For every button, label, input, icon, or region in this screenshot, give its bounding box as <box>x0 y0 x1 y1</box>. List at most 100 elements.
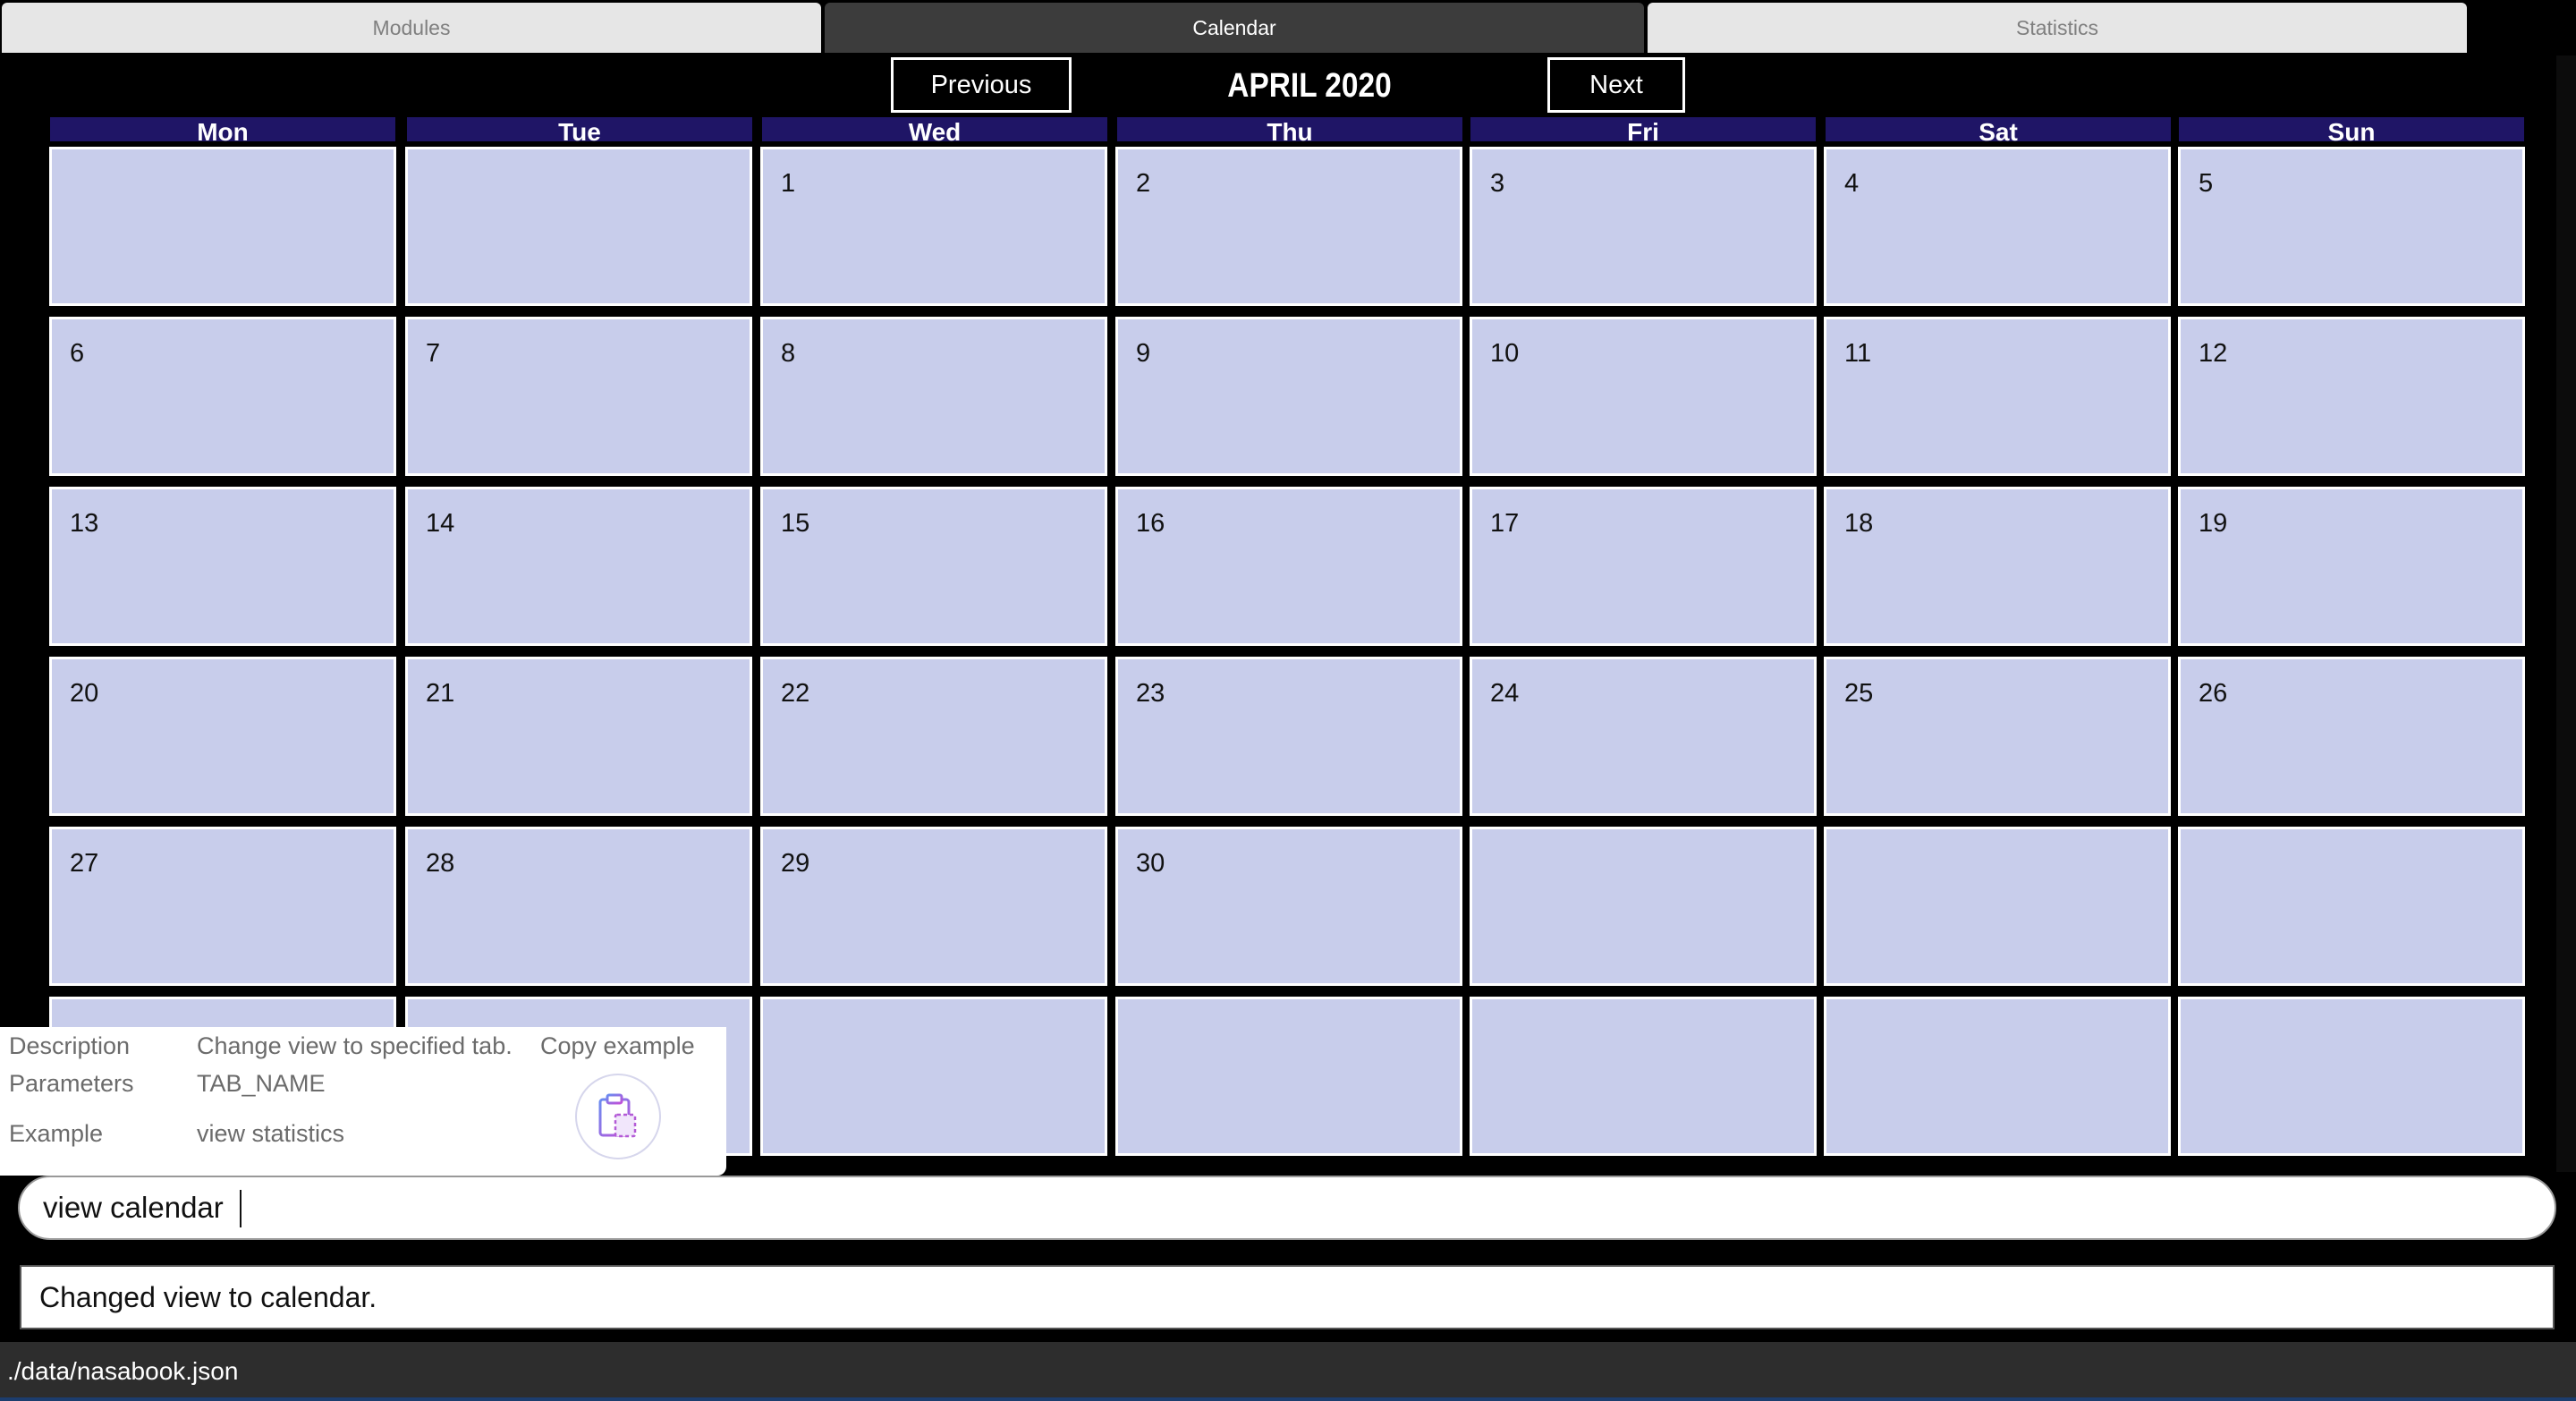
day-cell[interactable]: 10 <box>1467 314 1819 479</box>
day-cell[interactable]: 15 <box>758 484 1110 649</box>
day-cell[interactable]: 20 <box>47 654 399 819</box>
month-title: APRIL 2020 <box>1227 66 1392 105</box>
day-cell[interactable] <box>1821 994 2174 1159</box>
day-cell[interactable]: 8 <box>758 314 1110 479</box>
day-number: 3 <box>1490 169 1505 198</box>
command-box <box>18 1176 2556 1240</box>
tab-calendar[interactable]: Calendar <box>825 3 1644 53</box>
day-cell[interactable]: 24 <box>1467 654 1819 819</box>
status-bar: ./data/nasabook.json <box>0 1342 2576 1401</box>
day-cell[interactable]: 25 <box>1821 654 2174 819</box>
status-bar-accent <box>0 1397 2576 1401</box>
day-cell[interactable]: 12 <box>2175 314 2528 479</box>
day-number: 1 <box>781 169 796 198</box>
day-number: 15 <box>781 509 810 538</box>
day-cell[interactable]: 6 <box>47 314 399 479</box>
day-cell[interactable]: 21 <box>402 654 755 819</box>
example-label: Example <box>9 1120 104 1147</box>
command-help-popup: Description Change view to specified tab… <box>0 1027 726 1176</box>
day-cell[interactable]: 2 <box>1113 144 1465 309</box>
day-number: 17 <box>1490 509 1520 538</box>
day-number: 18 <box>1844 509 1874 538</box>
weekday-wed: Wed <box>762 117 1107 141</box>
parameters-label: Parameters <box>9 1070 134 1097</box>
save-file-path: ./data/nasabook.json <box>7 1357 239 1385</box>
day-number: 8 <box>781 339 796 368</box>
day-cell[interactable]: 5 <box>2175 144 2528 309</box>
clipboard-copy-icon <box>598 1093 637 1138</box>
tab-modules[interactable]: Modules <box>2 3 821 53</box>
day-cell[interactable] <box>1467 824 1819 989</box>
day-number: 10 <box>1490 339 1520 368</box>
day-number: 12 <box>2199 339 2228 368</box>
day-number: 7 <box>426 339 441 368</box>
day-cell[interactable] <box>47 144 399 309</box>
day-cell[interactable]: 27 <box>47 824 399 989</box>
next-month-button[interactable]: Next <box>1547 57 1685 113</box>
day-cell[interactable]: 30 <box>1113 824 1465 989</box>
copy-example-button[interactable] <box>575 1074 661 1159</box>
day-number: 6 <box>70 339 85 368</box>
day-cell[interactable] <box>2175 824 2528 989</box>
day-number: 2 <box>1136 169 1151 198</box>
day-number: 27 <box>70 849 99 878</box>
result-display: Changed view to calendar. <box>20 1265 2555 1329</box>
day-number: 13 <box>70 509 99 538</box>
day-number: 19 <box>2199 509 2228 538</box>
day-number: 25 <box>1844 679 1874 708</box>
day-number: 5 <box>2199 169 2214 198</box>
day-cell[interactable]: 23 <box>1113 654 1465 819</box>
weekday-sun: Sun <box>2179 117 2524 141</box>
day-cell[interactable]: 11 <box>1821 314 2174 479</box>
day-number: 29 <box>781 849 810 878</box>
weekday-fri: Fri <box>1470 117 1816 141</box>
day-cell[interactable]: 26 <box>2175 654 2528 819</box>
day-cell[interactable]: 14 <box>402 484 755 649</box>
day-number: 22 <box>781 679 810 708</box>
day-number: 28 <box>426 849 455 878</box>
day-cell[interactable]: 28 <box>402 824 755 989</box>
day-cell[interactable]: 13 <box>47 484 399 649</box>
weekday-thu: Thu <box>1117 117 1462 141</box>
scroll-gutter <box>2556 55 2576 1172</box>
previous-month-button[interactable]: Previous <box>891 57 1072 113</box>
tab-statistics[interactable]: Statistics <box>1648 3 2467 53</box>
day-cell[interactable]: 4 <box>1821 144 2174 309</box>
day-number: 16 <box>1136 509 1165 538</box>
day-cell[interactable]: 7 <box>402 314 755 479</box>
day-number: 21 <box>426 679 455 708</box>
day-number: 24 <box>1490 679 1520 708</box>
day-cell[interactable] <box>758 994 1110 1159</box>
day-cell[interactable]: 1 <box>758 144 1110 309</box>
day-cell[interactable]: 19 <box>2175 484 2528 649</box>
day-number: 20 <box>70 679 99 708</box>
day-cell[interactable]: 18 <box>1821 484 2174 649</box>
day-cell[interactable]: 29 <box>758 824 1110 989</box>
parameters-value: TAB_NAME <box>197 1070 326 1097</box>
day-cell[interactable]: 22 <box>758 654 1110 819</box>
day-cell[interactable]: 9 <box>1113 314 1465 479</box>
day-cell[interactable]: 17 <box>1467 484 1819 649</box>
description-value: Change view to specified tab. <box>197 1032 513 1059</box>
weekday-tue: Tue <box>407 117 752 141</box>
day-number: 11 <box>1844 339 1872 368</box>
day-cell[interactable] <box>2175 994 2528 1159</box>
command-input[interactable] <box>43 1177 2529 1238</box>
example-value: view statistics <box>197 1120 345 1147</box>
weekday-sat: Sat <box>1826 117 2171 141</box>
description-label: Description <box>9 1032 131 1059</box>
day-number: 23 <box>1136 679 1165 708</box>
tab-bar: Modules Calendar Statistics <box>0 0 2576 55</box>
day-number: 30 <box>1136 849 1165 878</box>
day-number: 4 <box>1844 169 1860 198</box>
day-number: 14 <box>426 509 455 538</box>
day-cell[interactable] <box>402 144 755 309</box>
day-number: 26 <box>2199 679 2228 708</box>
day-cell[interactable] <box>1113 994 1465 1159</box>
day-cell[interactable] <box>1821 824 2174 989</box>
day-cell[interactable]: 16 <box>1113 484 1465 649</box>
day-number: 9 <box>1136 339 1151 368</box>
text-caret <box>240 1190 242 1227</box>
day-cell[interactable]: 3 <box>1467 144 1819 309</box>
day-cell[interactable] <box>1467 994 1819 1159</box>
